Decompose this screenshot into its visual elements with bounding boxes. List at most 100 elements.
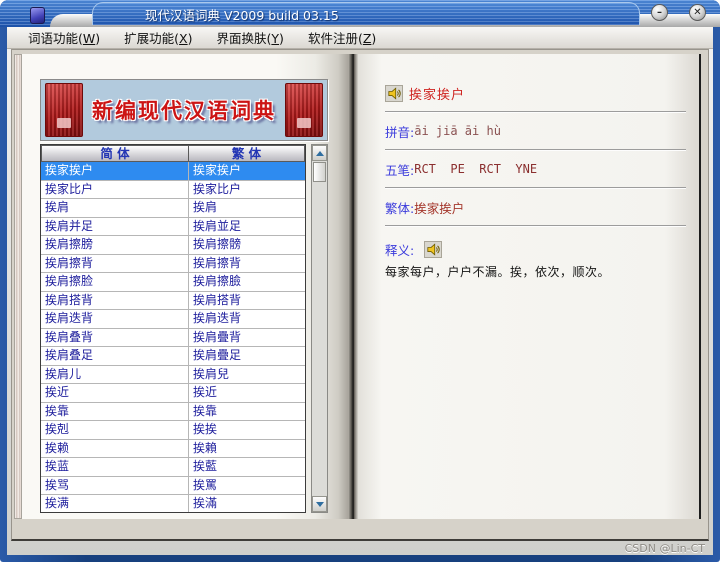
cell-simplified[interactable]: 挨剋: [41, 421, 189, 439]
cell-traditional[interactable]: 挨肩搭背: [189, 292, 305, 310]
cell-simplified[interactable]: 挨肩叠背: [41, 328, 189, 346]
table-row[interactable]: 挨肩搭背 挨肩搭背: [41, 291, 305, 310]
cell-traditional[interactable]: 挨賴: [189, 440, 305, 458]
cell-simplified[interactable]: 挨家挨户: [41, 162, 189, 180]
table-row[interactable]: 挨肩并足 挨肩並足: [41, 217, 305, 236]
table-row[interactable]: 挨肩迭背 挨肩迭背: [41, 310, 305, 329]
table-row[interactable]: 挨肩叠背 挨肩疊背: [41, 328, 305, 347]
divider: [385, 225, 686, 227]
cell-simplified[interactable]: 挨家比户: [41, 180, 189, 198]
table-row[interactable]: 挨剋 挨挨: [41, 421, 305, 440]
cell-simplified[interactable]: 挨近: [41, 384, 189, 402]
wubi-value: RCT PE RCT YNE: [414, 162, 538, 176]
client-area: 新编现代汉语词典 简 体 繁 体 挨家挨户 挨家挨户 挨家比户 挨家比户 挨肩 挨肩 挨肩并…: [11, 49, 709, 541]
speaker-icon[interactable]: [424, 240, 443, 258]
minimize-button[interactable]: –: [651, 4, 668, 21]
page-stack-edge: [14, 54, 22, 519]
scrollbar-thumb[interactable]: [313, 162, 326, 182]
table-row[interactable]: 挨赖 挨賴: [41, 439, 305, 458]
app-icon[interactable]: [30, 7, 45, 24]
table-row[interactable]: 挨近 挨近: [41, 384, 305, 403]
cell-simplified[interactable]: 挨肩搭背: [41, 291, 189, 309]
scroll-down-button[interactable]: [312, 496, 327, 512]
cell-traditional[interactable]: 挨肩並足: [189, 218, 305, 236]
column-header-traditional[interactable]: 繁 体: [189, 145, 305, 162]
menu-item-skins[interactable]: 界面换肤(Y): [217, 28, 284, 47]
cell-simplified[interactable]: 挨骂: [41, 476, 189, 494]
cell-traditional[interactable]: 挨肩擦臉: [189, 273, 305, 291]
cell-traditional[interactable]: 挨挨: [189, 421, 305, 439]
cell-simplified[interactable]: 挨肩儿: [41, 365, 189, 383]
cell-simplified[interactable]: 挨肩擦背: [41, 254, 189, 272]
definition-header: 释义:: [385, 238, 686, 260]
book-spine: [348, 54, 358, 519]
menu-item-word-functions[interactable]: 词语功能(W): [28, 28, 100, 47]
table-row[interactable]: 挨靠 挨靠: [41, 402, 305, 421]
cell-simplified[interactable]: 挨靠: [41, 402, 189, 420]
cell-simplified[interactable]: 挨肩擦膀: [41, 236, 189, 254]
cell-traditional[interactable]: 挨肩疊背: [189, 329, 305, 347]
definition-text: 每家每户，户户不漏。挨，依次，顺次。: [385, 265, 611, 279]
table-row[interactable]: 挨家比户 挨家比户: [41, 180, 305, 199]
dictionary-banner: 新编现代汉语词典: [40, 79, 328, 141]
divider: [385, 187, 686, 189]
cell-traditional[interactable]: 挨肩擦背: [189, 255, 305, 273]
table-row[interactable]: 挨骂 挨罵: [41, 476, 305, 495]
entry-panel: 挨家挨户 拼音: āi jiā āi hù 五笔: RCT PE RCT YNE: [385, 84, 686, 281]
window-title: 现代汉语词典 V2009 build 03.15: [145, 7, 339, 23]
entry-header: 挨家挨户: [385, 84, 686, 103]
cell-traditional[interactable]: 挨肩迭背: [189, 310, 305, 328]
close-button[interactable]: ✕: [689, 4, 706, 21]
wubi-label: 五笔:: [385, 162, 415, 178]
title-bar[interactable]: 现代汉语词典 V2009 build 03.15 – ✕: [0, 0, 720, 27]
red-book-image: [45, 83, 83, 137]
cell-simplified[interactable]: 挨肩迭背: [41, 310, 189, 328]
menu-bar: 词语功能(W) 扩展功能(X) 界面换肤(Y) 软件注册(Z): [7, 27, 713, 49]
table-row[interactable]: 挨肩擦脸 挨肩擦臉: [41, 273, 305, 292]
cell-simplified[interactable]: 挨肩并足: [41, 217, 189, 235]
headword: 挨家挨户: [409, 87, 466, 103]
table-row[interactable]: 挨肩叠足 挨肩疊足: [41, 347, 305, 366]
cell-simplified[interactable]: 挨肩叠足: [41, 347, 189, 365]
cell-traditional[interactable]: 挨近: [189, 384, 305, 402]
word-table: 简 体 繁 体 挨家挨户 挨家挨户 挨家比户 挨家比户 挨肩 挨肩 挨肩并足 挨肩並足 挨肩擦膀…: [40, 144, 306, 513]
pinyin-field: 拼音: āi jiā āi hù: [385, 121, 686, 141]
red-book-image: [285, 83, 323, 137]
table-row[interactable]: 挨家挨户 挨家挨户: [41, 162, 305, 181]
watermark: CSDN @Lin-CT: [624, 542, 705, 555]
column-header-simplified[interactable]: 简 体: [41, 145, 189, 162]
speaker-icon[interactable]: [385, 84, 403, 102]
cell-simplified[interactable]: 挨蓝: [41, 458, 189, 476]
table-row[interactable]: 挨肩儿 挨肩兒: [41, 365, 305, 384]
cell-traditional[interactable]: 挨滿: [189, 495, 305, 512]
left-page: 新编现代汉语词典 简 体 繁 体 挨家挨户 挨家挨户 挨家比户 挨家比户 挨肩 挨肩 挨肩并…: [22, 54, 348, 519]
cell-traditional[interactable]: 挨藍: [189, 458, 305, 476]
menu-item-extensions[interactable]: 扩展功能(X): [124, 28, 192, 47]
table-row[interactable]: 挨满 挨滿: [41, 495, 305, 512]
cell-traditional[interactable]: 挨罵: [189, 477, 305, 495]
cell-traditional[interactable]: 挨家比户: [189, 181, 305, 199]
cell-traditional[interactable]: 挨肩疊足: [189, 347, 305, 365]
table-row[interactable]: 挨肩擦膀 挨肩擦髈: [41, 236, 305, 255]
table-row[interactable]: 挨肩擦背 挨肩擦背: [41, 254, 305, 273]
table-body: 挨家挨户 挨家挨户 挨家比户 挨家比户 挨肩 挨肩 挨肩并足 挨肩並足 挨肩擦膀 挨肩擦髈 挨肩擦背…: [41, 162, 305, 512]
cell-traditional[interactable]: 挨靠: [189, 403, 305, 421]
scroll-up-button[interactable]: [312, 145, 327, 161]
pinyin-label: 拼音:: [385, 124, 415, 140]
cell-simplified[interactable]: 挨赖: [41, 439, 189, 457]
cell-traditional[interactable]: 挨肩擦髈: [189, 236, 305, 254]
book-background: 新编现代汉语词典 简 体 繁 体 挨家挨户 挨家挨户 挨家比户 挨家比户 挨肩 挨肩 挨肩并…: [14, 54, 701, 519]
cell-traditional[interactable]: 挨家挨户: [189, 162, 305, 180]
pinyin-value: āi jiā āi hù: [414, 124, 501, 138]
cell-simplified[interactable]: 挨肩: [41, 199, 189, 217]
cell-simplified[interactable]: 挨满: [41, 495, 189, 512]
menu-item-register[interactable]: 软件注册(Z): [308, 28, 376, 47]
table-row[interactable]: 挨蓝 挨藍: [41, 458, 305, 477]
cell-traditional[interactable]: 挨肩: [189, 199, 305, 217]
table-scrollbar[interactable]: [311, 144, 328, 513]
cell-traditional[interactable]: 挨肩兒: [189, 366, 305, 384]
table-row[interactable]: 挨肩 挨肩: [41, 199, 305, 218]
cell-simplified[interactable]: 挨肩擦脸: [41, 273, 189, 291]
traditional-field: 繁体: 挨家挨户: [385, 197, 686, 217]
divider: [385, 111, 686, 113]
